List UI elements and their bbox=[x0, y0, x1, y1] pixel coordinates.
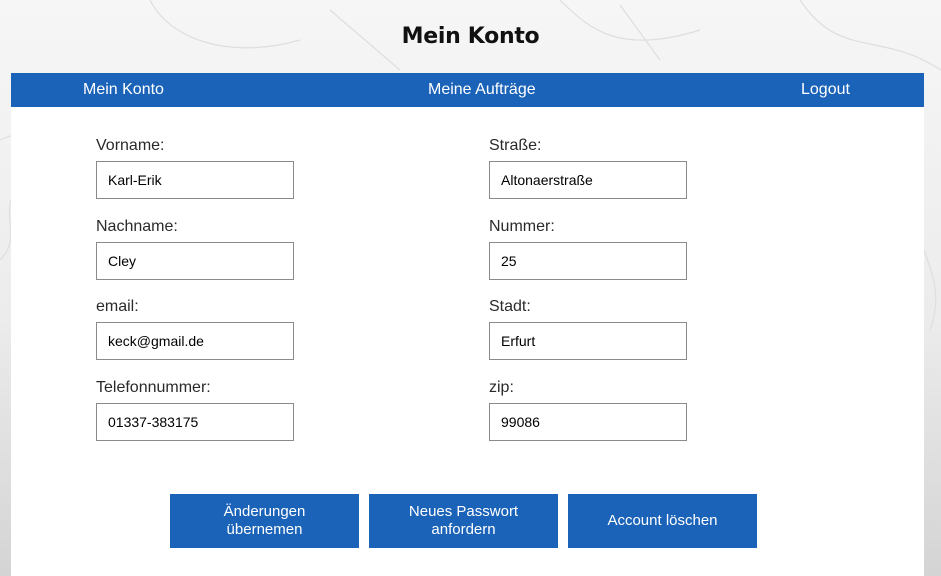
strasse-label: Straße: bbox=[489, 137, 542, 154]
stadt-field-group: Stadt: bbox=[489, 297, 687, 360]
strasse-input[interactable] bbox=[489, 161, 687, 199]
vorname-field-group: Vorname: bbox=[96, 136, 294, 199]
account-form-panel: Vorname: Nachname: email: Telefonnummer:… bbox=[11, 107, 924, 576]
telefon-label: Telefonnummer: bbox=[96, 379, 211, 396]
nachname-input[interactable] bbox=[96, 242, 294, 280]
top-navigation: Mein Konto Meine Aufträge Logout bbox=[11, 73, 924, 107]
nachname-label: Nachname: bbox=[96, 218, 178, 235]
nummer-label: Nummer: bbox=[489, 218, 555, 235]
nav-link-mein-konto[interactable]: Mein Konto bbox=[83, 73, 164, 107]
nav-link-logout[interactable]: Logout bbox=[801, 73, 850, 107]
request-password-button[interactable]: Neues Passwort anfordern bbox=[369, 494, 558, 548]
delete-account-button[interactable]: Account löschen bbox=[568, 494, 757, 548]
nachname-field-group: Nachname: bbox=[96, 217, 294, 280]
email-field-group: email: bbox=[96, 297, 294, 360]
zip-label: zip: bbox=[489, 379, 514, 396]
stadt-label: Stadt: bbox=[489, 298, 531, 315]
telefon-input[interactable] bbox=[96, 403, 294, 441]
nav-link-meine-auftraege[interactable]: Meine Aufträge bbox=[428, 73, 536, 107]
vorname-label: Vorname: bbox=[96, 137, 165, 154]
zip-field-group: zip: bbox=[489, 378, 687, 441]
email-label: email: bbox=[96, 298, 139, 315]
email-input[interactable] bbox=[96, 322, 294, 360]
nummer-field-group: Nummer: bbox=[489, 217, 687, 280]
vorname-input[interactable] bbox=[96, 161, 294, 199]
stadt-input[interactable] bbox=[489, 322, 687, 360]
save-changes-button[interactable]: Änderungen übernemen bbox=[170, 494, 359, 548]
nummer-input[interactable] bbox=[489, 242, 687, 280]
zip-input[interactable] bbox=[489, 403, 687, 441]
telefon-field-group: Telefonnummer: bbox=[96, 378, 294, 441]
page-title: Mein Konto bbox=[401, 24, 540, 49]
strasse-field-group: Straße: bbox=[489, 136, 687, 199]
